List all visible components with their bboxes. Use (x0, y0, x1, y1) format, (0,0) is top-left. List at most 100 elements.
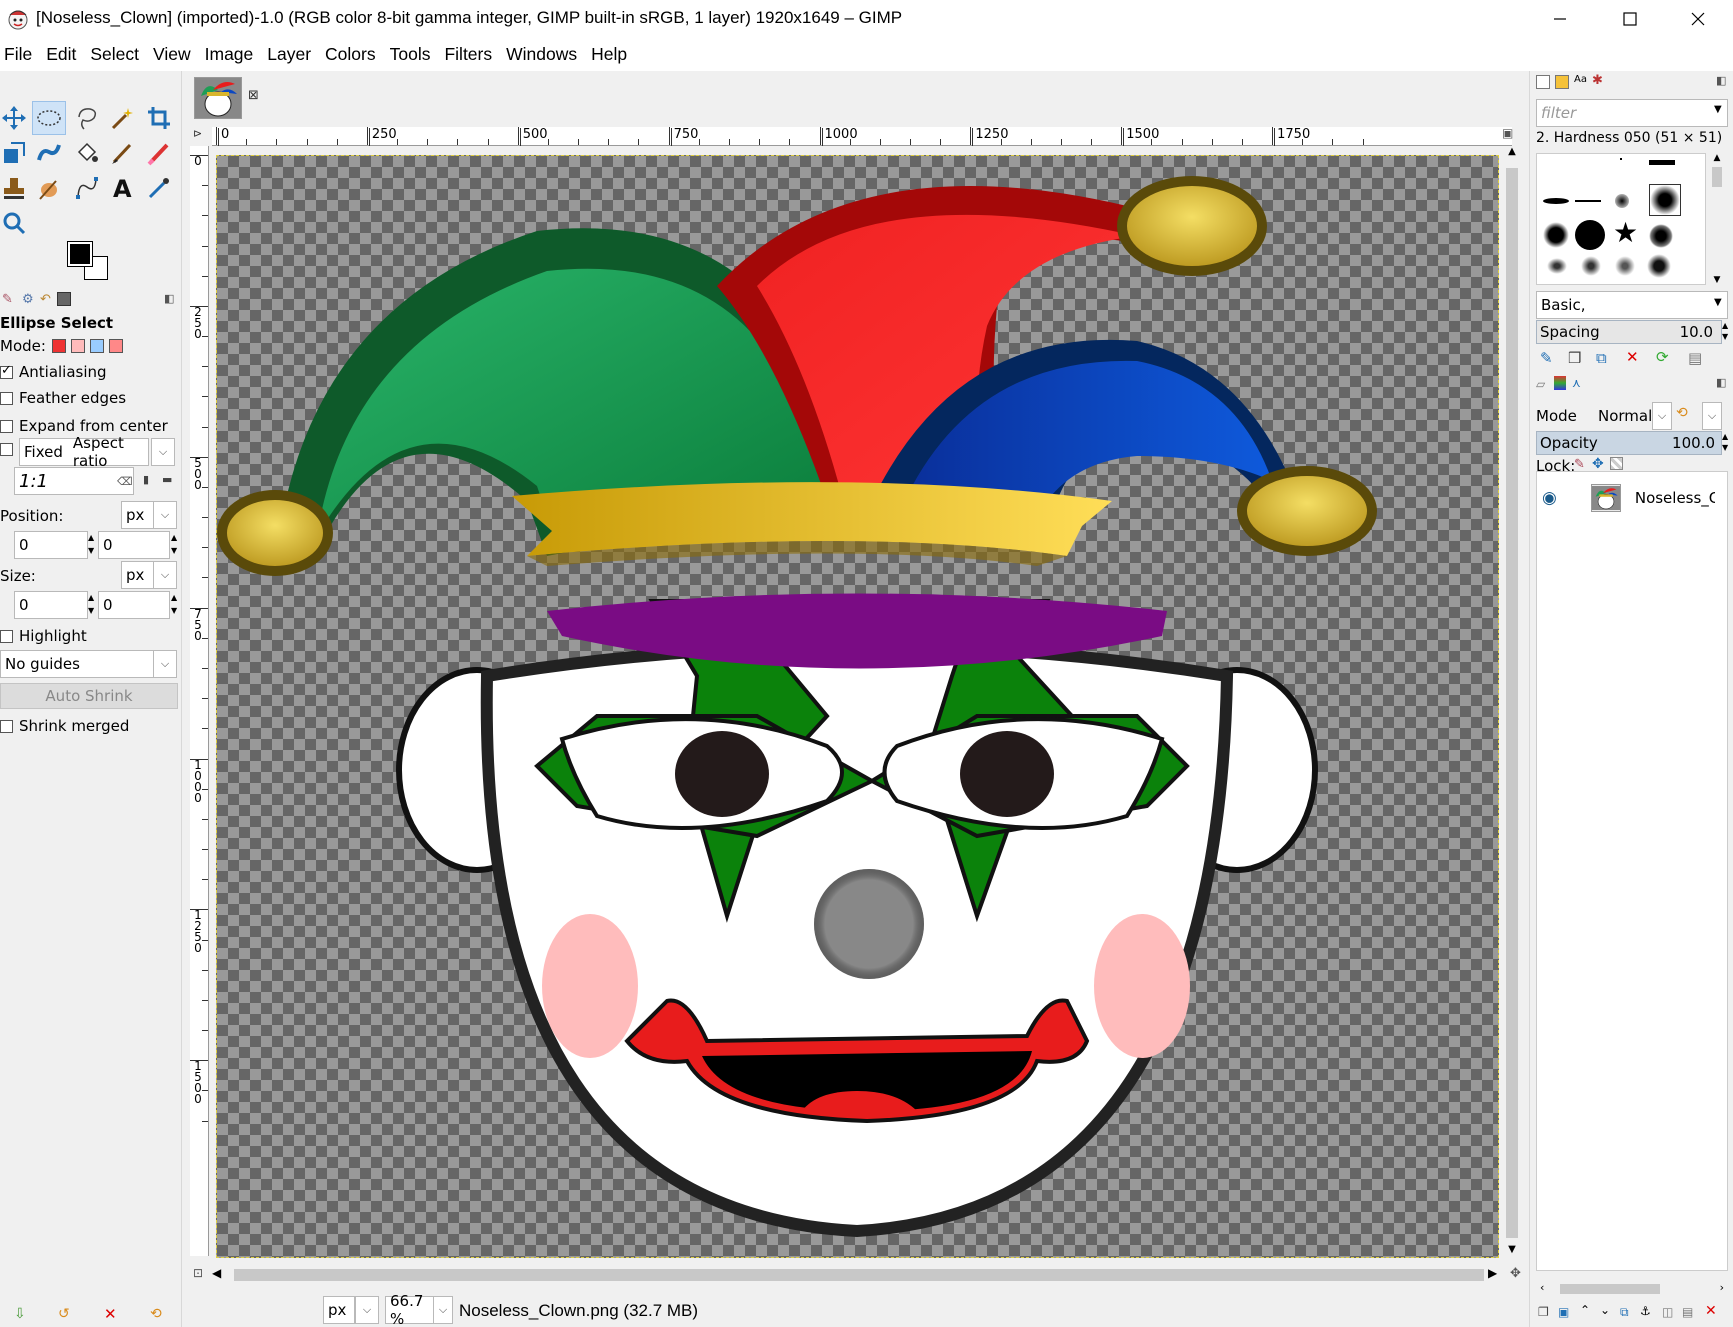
zoom-dropdown[interactable]: ⌵ (433, 1296, 453, 1324)
scroll-left-icon[interactable]: ‹ (1540, 1281, 1544, 1294)
mode-add-icon[interactable] (70, 339, 85, 353)
merge-layer-icon[interactable]: ▤ (1682, 1305, 1693, 1319)
undo-history-tab-icon[interactable]: ↶ (40, 292, 51, 307)
restore-options-icon[interactable]: ↺ (58, 1306, 70, 1322)
brush-scroll-thumb[interactable] (1712, 167, 1722, 187)
device-status-tab-icon[interactable]: ⚙ (22, 292, 34, 307)
composite-dropdown[interactable]: ⌵ (1702, 402, 1722, 430)
size-h-spinner[interactable]: ▲ ▼ (171, 591, 177, 617)
brush-item[interactable] (1620, 158, 1622, 160)
close-image-tab-icon[interactable]: ⊠ (248, 88, 259, 103)
crop-tool[interactable] (142, 101, 176, 135)
brush-item[interactable] (1647, 254, 1671, 278)
antialiasing-checkbox[interactable] (0, 363, 13, 379)
size-w-spinner[interactable]: ▲ ▼ (88, 591, 94, 617)
navigate-icon[interactable]: ✥ (1510, 1266, 1521, 1281)
duplicate-layer-icon[interactable]: ⧉ (1620, 1305, 1629, 1320)
text-tool[interactable]: A (105, 171, 139, 205)
visibility-eye-icon[interactable]: ◉ (1542, 488, 1557, 508)
shrink-merged-checkbox[interactable] (0, 719, 13, 733)
smudge-tool[interactable] (32, 171, 66, 205)
scroll-up-icon[interactable]: ▲ (1708, 153, 1726, 163)
brush-item[interactable] (1615, 194, 1629, 208)
vertical-scrollbar[interactable]: ▲ ▼ (1502, 146, 1522, 1261)
clear-ratio-icon[interactable]: ⌫ (117, 475, 133, 488)
shrink-merged-row[interactable]: Shrink merged (0, 717, 129, 735)
fixed-checkbox[interactable] (0, 443, 13, 456)
layer-mode-value[interactable]: Normal (1598, 407, 1652, 425)
channels-tab-icon[interactable] (1554, 376, 1566, 390)
warp-transform-tool[interactable] (32, 136, 66, 170)
guides-select[interactable]: No guides (0, 650, 154, 678)
layer-hscroll-thumb[interactable] (1560, 1284, 1660, 1294)
size-unit-select[interactable]: px (121, 561, 157, 589)
brush-item[interactable] (1581, 256, 1601, 276)
mode-replace-icon[interactable] (51, 339, 66, 353)
highlight-checkbox[interactable] (0, 629, 13, 643)
menu-filters[interactable]: Filters (444, 44, 492, 65)
layer-list-hscrollbar[interactable]: ‹ › (1536, 1281, 1728, 1297)
layer-item[interactable]: ◉ Noseless_Cl (1538, 476, 1728, 520)
expand-from-center-checkbox[interactable] (0, 419, 13, 433)
lock-position-icon[interactable]: ✥ (1592, 456, 1604, 472)
size-w-input[interactable]: 0 (14, 591, 88, 619)
image-canvas[interactable] (216, 155, 1499, 1258)
brush-item[interactable] (1649, 224, 1673, 248)
paths-tool[interactable] (70, 171, 104, 205)
vertical-scroll-thumb[interactable] (1506, 168, 1518, 1238)
opacity-slider[interactable]: Opacity 100.0 (1536, 431, 1722, 455)
unit-select[interactable]: px (323, 1296, 355, 1324)
menu-edit[interactable]: Edit (46, 44, 76, 65)
spacing-slider[interactable]: Spacing 10.0 (1536, 320, 1722, 344)
brush-item[interactable] (1543, 198, 1569, 204)
layer-mode-dropdown[interactable]: ⌵ (1652, 402, 1672, 430)
menu-windows[interactable]: Windows (506, 44, 577, 65)
close-button[interactable] (1663, 0, 1733, 38)
dynamics-tab-icon[interactable]: ✱ (1592, 73, 1603, 88)
configure-tab-icon[interactable]: ◧ (164, 292, 174, 305)
anchor-layer-icon[interactable]: ⚓ (1640, 1304, 1651, 1318)
position-y-input[interactable]: 0 (98, 531, 170, 559)
brushes-configure-icon[interactable]: ◧ (1716, 74, 1726, 87)
fixed-dropdown-button[interactable]: ⌵ (151, 438, 175, 466)
duplicate-brush-icon[interactable]: ⧉ (1596, 349, 1607, 367)
brushes-tab-icon[interactable] (1536, 75, 1550, 89)
image-tab[interactable] (194, 77, 242, 119)
mode-reset-icon[interactable]: ⟲ (1676, 405, 1688, 421)
highlight-row[interactable]: Highlight (0, 627, 87, 645)
move-tool[interactable] (0, 101, 31, 135)
free-select-tool[interactable] (70, 101, 104, 135)
portrait-icon[interactable]: ▮ (143, 473, 149, 486)
brush-item[interactable] (1649, 160, 1675, 165)
spacing-spinner[interactable]: ▲ ▼ (1722, 320, 1728, 342)
quick-mask-corner-icon[interactable]: ⊳ (193, 127, 202, 140)
scroll-right-icon[interactable]: › (1720, 1281, 1724, 1294)
size-h-input[interactable]: 0 (98, 591, 170, 619)
chevron-down-icon[interactable]: ▼ (1714, 297, 1722, 308)
images-tab-icon[interactable] (57, 292, 71, 306)
menu-colors[interactable]: Colors (325, 44, 376, 65)
new-layer-group-icon[interactable]: ▣ (1558, 1305, 1569, 1319)
eraser-tool[interactable] (142, 136, 176, 170)
zoom-select[interactable]: 66.7 % (385, 1292, 437, 1327)
color-picker-tool[interactable] (142, 171, 176, 205)
scroll-down-icon[interactable]: ▼ (1502, 1244, 1522, 1262)
menu-select[interactable]: Select (90, 44, 139, 65)
fixed-mode-select[interactable]: Fixed Aspect ratio (19, 434, 149, 470)
position-y-spinner[interactable]: ▲ ▼ (171, 531, 177, 557)
lower-layer-icon[interactable]: ⌄ (1600, 1303, 1610, 1317)
paintbrush-tool[interactable] (105, 136, 139, 170)
scroll-up-icon[interactable]: ▲ (1502, 146, 1522, 166)
scroll-left-icon[interactable]: ◀ (212, 1266, 221, 1280)
delete-brush-icon[interactable]: ✕ (1626, 348, 1639, 366)
patterns-tab-icon[interactable] (1555, 75, 1569, 89)
position-x-spinner[interactable]: ▲ ▼ (88, 531, 94, 557)
reset-options-icon[interactable]: ⟲ (150, 1306, 162, 1322)
gegl-operation-tool[interactable] (70, 136, 104, 170)
navigate-corner-icon[interactable]: ▣ (1502, 126, 1513, 140)
new-layer-icon[interactable]: ❐ (1538, 1305, 1549, 1319)
chevron-down-icon[interactable]: ▼ (1714, 104, 1722, 115)
raise-layer-icon[interactable]: ⌃ (1580, 1303, 1590, 1317)
tool-options-tab-icon[interactable]: ✎ (2, 292, 13, 307)
position-unit-dropdown[interactable]: ⌵ (153, 501, 177, 529)
